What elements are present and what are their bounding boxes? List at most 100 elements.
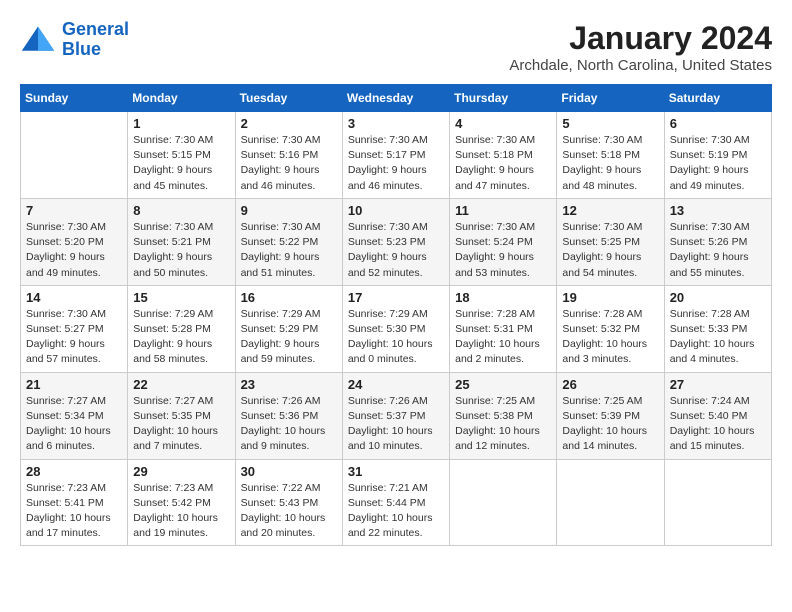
day-number: 3 [348,116,444,131]
calendar-week-row: 7 Sunrise: 7:30 AMSunset: 5:20 PMDayligh… [21,198,772,285]
day-number: 7 [26,203,122,218]
calendar-cell: 17 Sunrise: 7:29 AMSunset: 5:30 PMDaylig… [342,285,449,372]
calendar-cell: 23 Sunrise: 7:26 AMSunset: 5:36 PMDaylig… [235,372,342,459]
day-number: 26 [562,377,658,392]
calendar-header-sunday: Sunday [21,85,128,112]
calendar-cell: 28 Sunrise: 7:23 AMSunset: 5:41 PMDaylig… [21,459,128,546]
calendar-week-row: 1 Sunrise: 7:30 AMSunset: 5:15 PMDayligh… [21,112,772,199]
day-info: Sunrise: 7:30 AMSunset: 5:26 PMDaylight:… [670,220,766,281]
logo-icon [20,22,56,58]
calendar-cell: 19 Sunrise: 7:28 AMSunset: 5:32 PMDaylig… [557,285,664,372]
calendar-cell: 1 Sunrise: 7:30 AMSunset: 5:15 PMDayligh… [128,112,235,199]
calendar-cell [21,112,128,199]
title-block: January 2024 Archdale, North Carolina, U… [509,20,772,74]
calendar-header-monday: Monday [128,85,235,112]
logo-text: General Blue [62,20,129,60]
calendar-cell: 16 Sunrise: 7:29 AMSunset: 5:29 PMDaylig… [235,285,342,372]
day-number: 19 [562,290,658,305]
calendar-cell [664,459,771,546]
day-number: 31 [348,464,444,479]
calendar-cell: 3 Sunrise: 7:30 AMSunset: 5:17 PMDayligh… [342,112,449,199]
calendar-cell: 25 Sunrise: 7:25 AMSunset: 5:38 PMDaylig… [450,372,557,459]
day-info: Sunrise: 7:30 AMSunset: 5:25 PMDaylight:… [562,220,658,281]
calendar-week-row: 28 Sunrise: 7:23 AMSunset: 5:41 PMDaylig… [21,459,772,546]
calendar-cell: 26 Sunrise: 7:25 AMSunset: 5:39 PMDaylig… [557,372,664,459]
day-info: Sunrise: 7:30 AMSunset: 5:19 PMDaylight:… [670,133,766,194]
day-info: Sunrise: 7:30 AMSunset: 5:24 PMDaylight:… [455,220,551,281]
calendar-cell: 2 Sunrise: 7:30 AMSunset: 5:16 PMDayligh… [235,112,342,199]
calendar-header-thursday: Thursday [450,85,557,112]
calendar-cell: 27 Sunrise: 7:24 AMSunset: 5:40 PMDaylig… [664,372,771,459]
day-info: Sunrise: 7:30 AMSunset: 5:20 PMDaylight:… [26,220,122,281]
day-info: Sunrise: 7:25 AMSunset: 5:39 PMDaylight:… [562,394,658,455]
day-number: 29 [133,464,229,479]
calendar-cell: 31 Sunrise: 7:21 AMSunset: 5:44 PMDaylig… [342,459,449,546]
logo: General Blue [20,20,129,60]
page-title: January 2024 [509,20,772,57]
day-number: 10 [348,203,444,218]
day-info: Sunrise: 7:26 AMSunset: 5:36 PMDaylight:… [241,394,337,455]
day-info: Sunrise: 7:21 AMSunset: 5:44 PMDaylight:… [348,481,444,542]
day-info: Sunrise: 7:30 AMSunset: 5:27 PMDaylight:… [26,307,122,368]
day-info: Sunrise: 7:27 AMSunset: 5:34 PMDaylight:… [26,394,122,455]
calendar-header-saturday: Saturday [664,85,771,112]
calendar-cell: 7 Sunrise: 7:30 AMSunset: 5:20 PMDayligh… [21,198,128,285]
day-number: 24 [348,377,444,392]
calendar-week-row: 14 Sunrise: 7:30 AMSunset: 5:27 PMDaylig… [21,285,772,372]
day-number: 22 [133,377,229,392]
calendar-cell: 6 Sunrise: 7:30 AMSunset: 5:19 PMDayligh… [664,112,771,199]
day-info: Sunrise: 7:26 AMSunset: 5:37 PMDaylight:… [348,394,444,455]
day-number: 17 [348,290,444,305]
calendar-cell: 20 Sunrise: 7:28 AMSunset: 5:33 PMDaylig… [664,285,771,372]
day-number: 23 [241,377,337,392]
calendar-cell: 8 Sunrise: 7:30 AMSunset: 5:21 PMDayligh… [128,198,235,285]
day-number: 5 [562,116,658,131]
day-info: Sunrise: 7:30 AMSunset: 5:23 PMDaylight:… [348,220,444,281]
day-number: 8 [133,203,229,218]
day-number: 30 [241,464,337,479]
day-number: 4 [455,116,551,131]
calendar-cell: 12 Sunrise: 7:30 AMSunset: 5:25 PMDaylig… [557,198,664,285]
day-info: Sunrise: 7:28 AMSunset: 5:32 PMDaylight:… [562,307,658,368]
day-number: 6 [670,116,766,131]
day-number: 28 [26,464,122,479]
day-number: 25 [455,377,551,392]
calendar-cell: 11 Sunrise: 7:30 AMSunset: 5:24 PMDaylig… [450,198,557,285]
calendar-table: SundayMondayTuesdayWednesdayThursdayFrid… [20,84,772,546]
day-info: Sunrise: 7:28 AMSunset: 5:31 PMDaylight:… [455,307,551,368]
day-info: Sunrise: 7:29 AMSunset: 5:30 PMDaylight:… [348,307,444,368]
day-number: 9 [241,203,337,218]
calendar-cell: 4 Sunrise: 7:30 AMSunset: 5:18 PMDayligh… [450,112,557,199]
day-info: Sunrise: 7:22 AMSunset: 5:43 PMDaylight:… [241,481,337,542]
day-number: 13 [670,203,766,218]
calendar-header-friday: Friday [557,85,664,112]
calendar-cell [557,459,664,546]
calendar-header-wednesday: Wednesday [342,85,449,112]
calendar-header-tuesday: Tuesday [235,85,342,112]
calendar-cell: 13 Sunrise: 7:30 AMSunset: 5:26 PMDaylig… [664,198,771,285]
calendar-cell: 21 Sunrise: 7:27 AMSunset: 5:34 PMDaylig… [21,372,128,459]
day-info: Sunrise: 7:23 AMSunset: 5:41 PMDaylight:… [26,481,122,542]
day-number: 18 [455,290,551,305]
page-subtitle: Archdale, North Carolina, United States [509,57,772,74]
day-number: 16 [241,290,337,305]
day-info: Sunrise: 7:30 AMSunset: 5:16 PMDaylight:… [241,133,337,194]
day-info: Sunrise: 7:30 AMSunset: 5:22 PMDaylight:… [241,220,337,281]
day-number: 11 [455,203,551,218]
day-number: 21 [26,377,122,392]
calendar-cell [450,459,557,546]
day-number: 2 [241,116,337,131]
day-number: 12 [562,203,658,218]
calendar-cell: 30 Sunrise: 7:22 AMSunset: 5:43 PMDaylig… [235,459,342,546]
day-info: Sunrise: 7:25 AMSunset: 5:38 PMDaylight:… [455,394,551,455]
calendar-cell: 29 Sunrise: 7:23 AMSunset: 5:42 PMDaylig… [128,459,235,546]
day-info: Sunrise: 7:30 AMSunset: 5:17 PMDaylight:… [348,133,444,194]
calendar-cell: 24 Sunrise: 7:26 AMSunset: 5:37 PMDaylig… [342,372,449,459]
day-info: Sunrise: 7:30 AMSunset: 5:18 PMDaylight:… [562,133,658,194]
day-info: Sunrise: 7:30 AMSunset: 5:21 PMDaylight:… [133,220,229,281]
day-info: Sunrise: 7:27 AMSunset: 5:35 PMDaylight:… [133,394,229,455]
day-number: 1 [133,116,229,131]
calendar-cell: 18 Sunrise: 7:28 AMSunset: 5:31 PMDaylig… [450,285,557,372]
header: General Blue January 2024 Archdale, Nort… [20,20,772,74]
calendar-cell: 14 Sunrise: 7:30 AMSunset: 5:27 PMDaylig… [21,285,128,372]
